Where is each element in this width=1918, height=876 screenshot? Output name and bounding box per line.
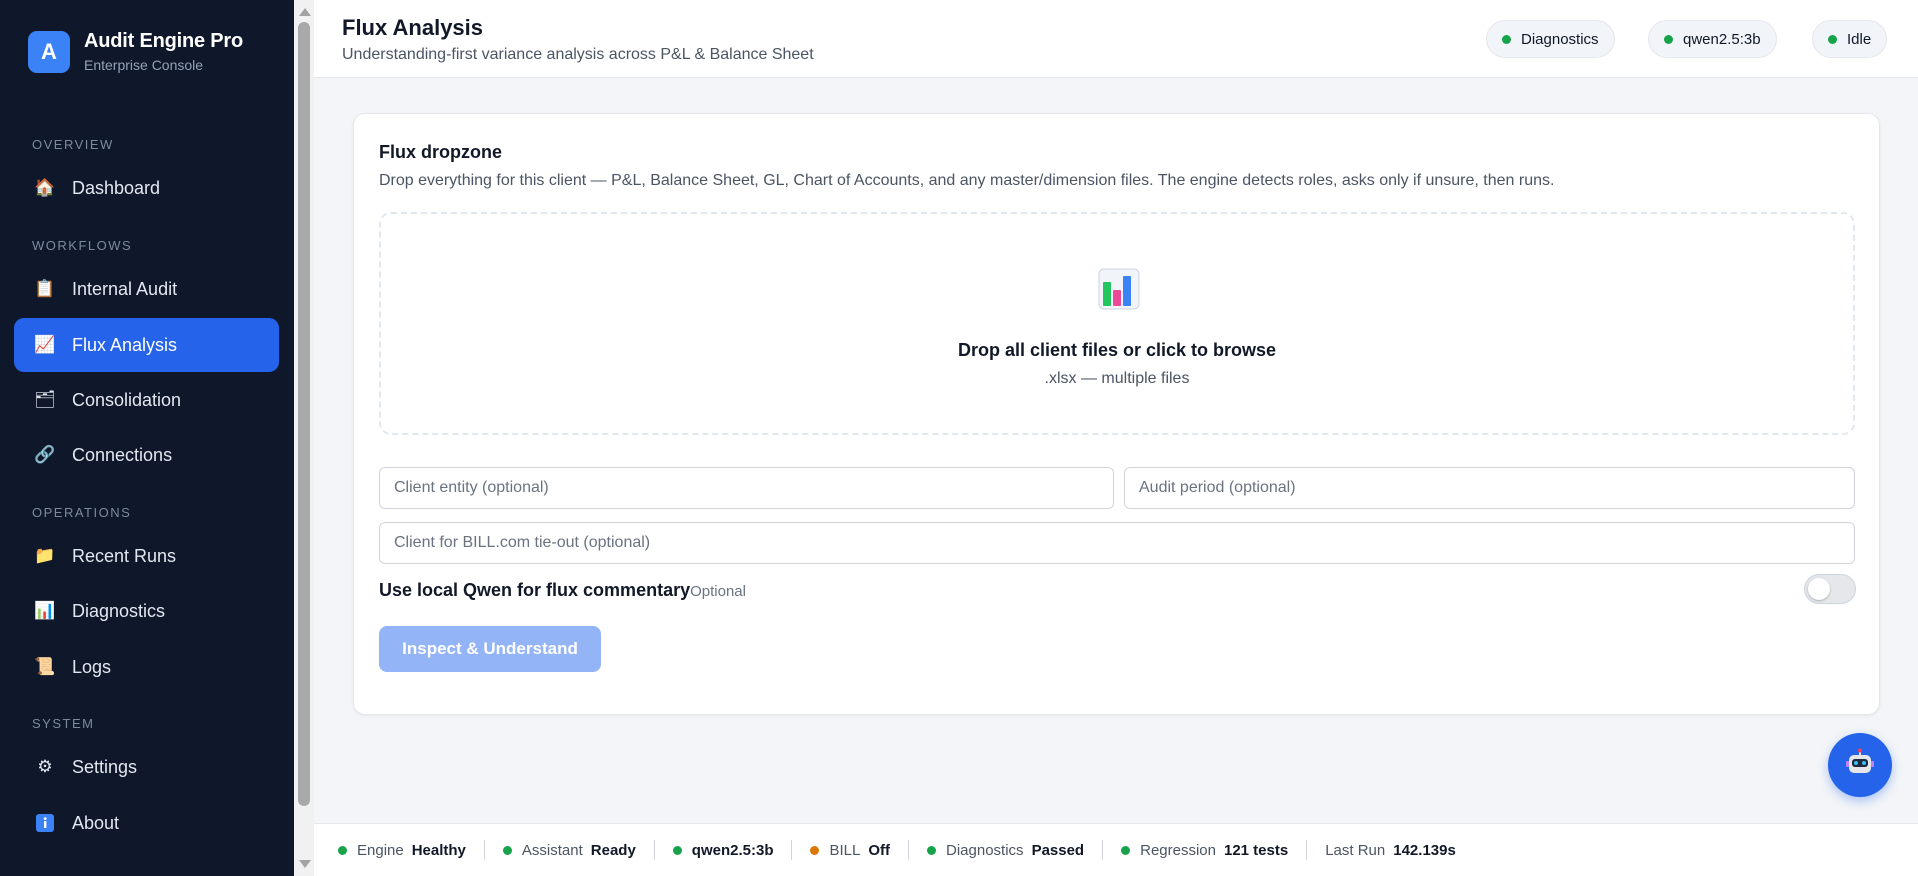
pill-label: qwen2.5:3b <box>1683 30 1761 48</box>
status-assistant: Assistant Ready <box>485 840 655 860</box>
sidebar-item-label: Internal Audit <box>72 278 178 299</box>
sidebar-item-flux-analysis[interactable]: 📈 Flux Analysis <box>14 318 279 372</box>
sidebar-item-label: Recent Runs <box>72 545 177 566</box>
scroll-icon: 📜 <box>34 657 56 676</box>
sidebar-item-internal-audit[interactable]: 📋 Internal Audit <box>14 262 279 316</box>
section-system: SYSTEM <box>32 716 95 731</box>
clipboard-icon: 📋 <box>34 279 56 298</box>
card-description: Drop everything for this client — P&L, B… <box>379 172 1555 189</box>
qwen-toggle[interactable] <box>1804 574 1856 604</box>
qwen-label: Use local Qwen for flux commentary <box>379 580 691 600</box>
sidebar-item-label: Settings <box>72 756 138 777</box>
pill-label: Diagnostics <box>1521 30 1599 48</box>
status-model: qwen2.5:3b <box>655 840 793 860</box>
card-title: Flux dropzone <box>379 142 502 162</box>
status-dot-icon <box>1121 845 1131 855</box>
sidebar-item-consolidation[interactable]: 🗂 Consolidation <box>14 373 279 427</box>
sidebar-item-label: Logs <box>72 656 112 677</box>
bar-chart-icon <box>1098 268 1140 310</box>
sidebar-item-label: About <box>72 812 120 833</box>
status-last-run: Last Run 142.139s <box>1325 841 1456 859</box>
brand-name: Audit Engine Pro <box>84 30 244 52</box>
brand[interactable]: A Audit Engine Pro Enterprise Console <box>28 30 243 73</box>
scroll-thumb[interactable] <box>298 22 310 806</box>
section-operations: OPERATIONS <box>32 505 132 520</box>
flux-dropzone-card: Flux dropzone Drop everything for this c… <box>353 113 1880 715</box>
status-dot-icon <box>672 845 682 855</box>
gear-icon: ⚙ <box>37 757 53 776</box>
status-dot-icon <box>927 845 937 855</box>
scroll-down-arrow-icon[interactable] <box>299 860 311 868</box>
qwen-option-row: Use local Qwen for flux commentary Optio… <box>379 580 746 601</box>
status-dot-icon <box>1502 34 1511 44</box>
sidebar-item-diagnostics[interactable]: 📊 Diagnostics <box>14 584 279 638</box>
toggle-knob <box>1808 578 1830 600</box>
section-workflows: WORKFLOWS <box>32 238 133 253</box>
status-dot-icon <box>338 845 347 855</box>
bill-client-input[interactable] <box>379 522 1855 564</box>
sidebar-item-settings[interactable]: ⚙ Settings <box>14 740 279 794</box>
sidebar-item-about[interactable]: About <box>14 796 279 850</box>
link-icon: 🔗 <box>34 445 56 464</box>
page-subtitle: Understanding-first variance analysis ac… <box>342 46 814 63</box>
assistant-fab-button[interactable] <box>1828 733 1892 797</box>
status-dot-icon <box>810 845 820 855</box>
pill-label: Idle <box>1847 30 1872 48</box>
sidebar: A Audit Engine Pro Enterprise Console OV… <box>0 0 294 876</box>
chart-up-icon: 📈 <box>34 335 56 354</box>
brand-logo: A <box>28 30 70 73</box>
sidebar-item-label: Consolidation <box>72 389 182 410</box>
page-header: Flux Analysis Understanding-first varian… <box>314 0 1918 78</box>
status-diagnostics: Diagnostics Passed <box>909 840 1104 860</box>
sidebar-item-dashboard[interactable]: 🏠 Dashboard <box>14 161 279 215</box>
status-dot-icon <box>1828 34 1837 44</box>
bar-chart-icon: 📊 <box>34 601 56 620</box>
dropzone-subtitle: .xlsx — multiple files <box>1044 370 1190 387</box>
sidebar-item-label: Flux Analysis <box>72 334 178 355</box>
status-dot-icon <box>1664 34 1673 44</box>
optional-tag: Optional <box>690 583 746 600</box>
sidebar-item-label: Dashboard <box>72 177 161 198</box>
brand-subtitle: Enterprise Console <box>84 57 204 73</box>
folder-icon: 🗂 <box>34 390 56 409</box>
sidebar-scrollbar[interactable] <box>294 0 314 876</box>
sidebar-item-connections[interactable]: 🔗 Connections <box>14 428 279 482</box>
client-entity-input[interactable] <box>379 467 1114 509</box>
section-overview: OVERVIEW <box>32 137 114 152</box>
file-dropzone[interactable]: Drop all client files or click to browse… <box>379 212 1855 435</box>
status-pill-model[interactable]: qwen2.5:3b <box>1648 20 1777 58</box>
info-icon <box>34 812 56 834</box>
status-dot-icon <box>502 845 512 855</box>
sidebar-item-label: Connections <box>72 444 173 465</box>
sidebar-item-label: Diagnostics <box>72 600 166 621</box>
scroll-up-arrow-icon[interactable] <box>299 8 311 16</box>
status-bar: Engine Healthy Assistant Ready qwen2.5:3… <box>314 823 1918 876</box>
dropzone-title: Drop all client files or click to browse <box>957 340 1277 360</box>
inspect-understand-button[interactable]: Inspect & Understand <box>379 626 601 672</box>
audit-period-input[interactable] <box>1124 467 1855 509</box>
sidebar-item-logs[interactable]: 📜 Logs <box>14 640 279 694</box>
status-regression: Regression 121 tests <box>1103 840 1308 860</box>
robot-icon <box>1845 748 1875 783</box>
house-icon: 🏠 <box>34 178 56 197</box>
page-title: Flux Analysis <box>342 15 484 40</box>
status-pill-diagnostics[interactable]: Diagnostics <box>1486 20 1615 58</box>
sidebar-item-recent-runs[interactable]: 📁 Recent Runs <box>14 529 279 583</box>
status-pill-state[interactable]: Idle <box>1812 20 1888 58</box>
status-bill: BILL Off <box>792 840 910 860</box>
folder-open-icon: 📁 <box>34 546 56 565</box>
status-engine: Engine Healthy <box>338 840 485 860</box>
